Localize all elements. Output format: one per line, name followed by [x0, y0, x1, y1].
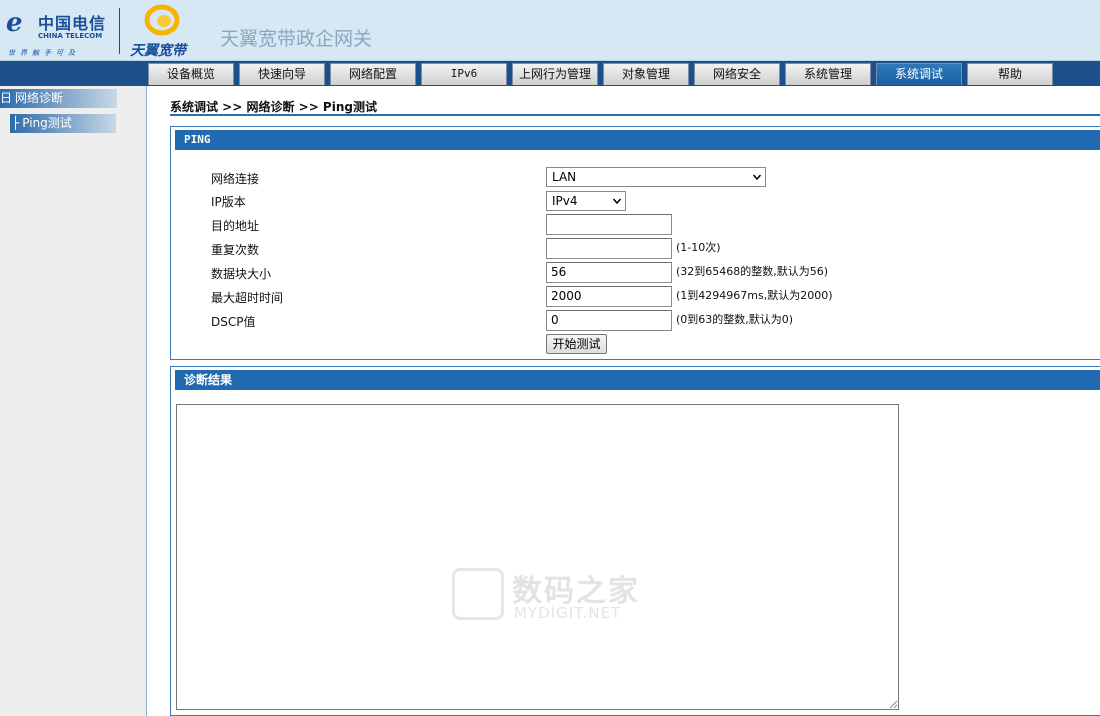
watermark-en: MYDIGIT.NET [514, 604, 622, 622]
tianyi-swirl-icon [144, 4, 180, 36]
destination-input[interactable] [546, 214, 672, 235]
connection-select-value: LAN [552, 170, 577, 184]
sidebar-item-label: Ping测试 [22, 116, 72, 130]
telecom-logo-en: CHINA TELECOM [38, 32, 103, 40]
result-textarea[interactable] [176, 404, 899, 710]
block-size-input[interactable]: 56 [546, 262, 672, 283]
tab-device-overview[interactable]: 设备概览 [148, 63, 234, 85]
tab-help[interactable]: 帮助 [967, 63, 1053, 85]
connection-select[interactable]: LAN [546, 167, 766, 187]
china-telecom-logo: ℯ 中国电信 CHINA TELECOM 世界触手可及 [6, 6, 116, 58]
breadcrumb: 系统调试 >> 网络诊断 >> Ping测试 [170, 100, 377, 114]
ip-version-label: IP版本 [211, 195, 246, 209]
tab-object-management[interactable]: 对象管理 [603, 63, 689, 85]
ip-version-select-value: IPv4 [552, 194, 578, 208]
ip-version-select[interactable]: IPv4 [546, 191, 626, 211]
result-section: 诊断结果 [170, 366, 1100, 716]
telecom-logo-cn: 中国电信 [38, 14, 107, 33]
sidebar-item-label: 网络诊断 [15, 91, 64, 105]
timeout-hint: (1到4294967ms,默认为2000) [676, 289, 833, 302]
tab-quick-wizard[interactable]: 快速向导 [239, 63, 325, 85]
tianyi-logo: 天翼宽带 [130, 4, 202, 59]
breadcrumb-divider [170, 114, 1100, 116]
ping-section: PING 网络连接 LAN IP版本 IPv4 目的地址 重复次数 (1-10次… [170, 126, 1100, 360]
connection-label: 网络连接 [211, 172, 260, 186]
tab-network-security[interactable]: 网络安全 [694, 63, 780, 85]
resize-grip-icon[interactable] [889, 700, 898, 709]
watermark: 数码之家 MYDIGIT.NET [452, 566, 652, 626]
telecom-slogan: 世界触手可及 [8, 49, 80, 57]
dscp-input[interactable]: 0 [546, 310, 672, 331]
block-size-hint: (32到65468的整数,默认为56) [676, 265, 829, 278]
sidebar: 日网络诊断 ├ Ping测试 [0, 86, 147, 716]
header: ℯ 中国电信 CHINA TELECOM 世界触手可及 天翼宽带 天翼宽带政企网… [0, 0, 1100, 61]
tianyi-logo-text: 天翼宽带 [130, 43, 186, 59]
start-test-button[interactable]: 开始测试 [546, 334, 607, 354]
tab-system-debug[interactable]: 系统调试 [876, 63, 962, 85]
chevron-down-icon [613, 198, 621, 205]
block-size-label: 数据块大小 [211, 267, 272, 281]
telecom-mark-icon: ℯ [6, 8, 23, 38]
dscp-hint: (0到63的整数,默认为0) [676, 313, 794, 326]
gateway-title: 天翼宽带政企网关 [220, 28, 373, 50]
tab-network-config[interactable]: 网络配置 [330, 63, 416, 85]
main-nav: 设备概览 快速向导 网络配置 IPv6 上网行为管理 对象管理 网络安全 系统管… [0, 61, 1100, 86]
repeat-count-label: 重复次数 [211, 243, 260, 257]
destination-label: 目的地址 [211, 219, 260, 233]
chevron-down-icon [753, 174, 761, 181]
repeat-count-hint: (1-10次) [676, 241, 721, 254]
result-section-title: 诊断结果 [175, 370, 1100, 390]
repeat-count-input[interactable] [546, 238, 672, 259]
sidebar-item-ping-test[interactable]: ├ Ping测试 [10, 114, 116, 133]
sidebar-item-network-diagnosis[interactable]: 日网络诊断 [0, 89, 117, 108]
watermark-house-icon [452, 568, 504, 620]
ping-section-title: PING [175, 130, 1100, 150]
tab-system-management[interactable]: 系统管理 [785, 63, 871, 85]
dscp-label: DSCP值 [211, 315, 256, 329]
tab-behavior-management[interactable]: 上网行为管理 [512, 63, 598, 85]
tab-ipv6[interactable]: IPv6 [421, 63, 507, 85]
logo-divider [119, 8, 120, 54]
tree-collapse-icon: 日 [0, 91, 13, 105]
tree-branch-icon: ├ [12, 116, 20, 130]
timeout-label: 最大超时时间 [211, 291, 284, 305]
timeout-input[interactable]: 2000 [546, 286, 672, 307]
